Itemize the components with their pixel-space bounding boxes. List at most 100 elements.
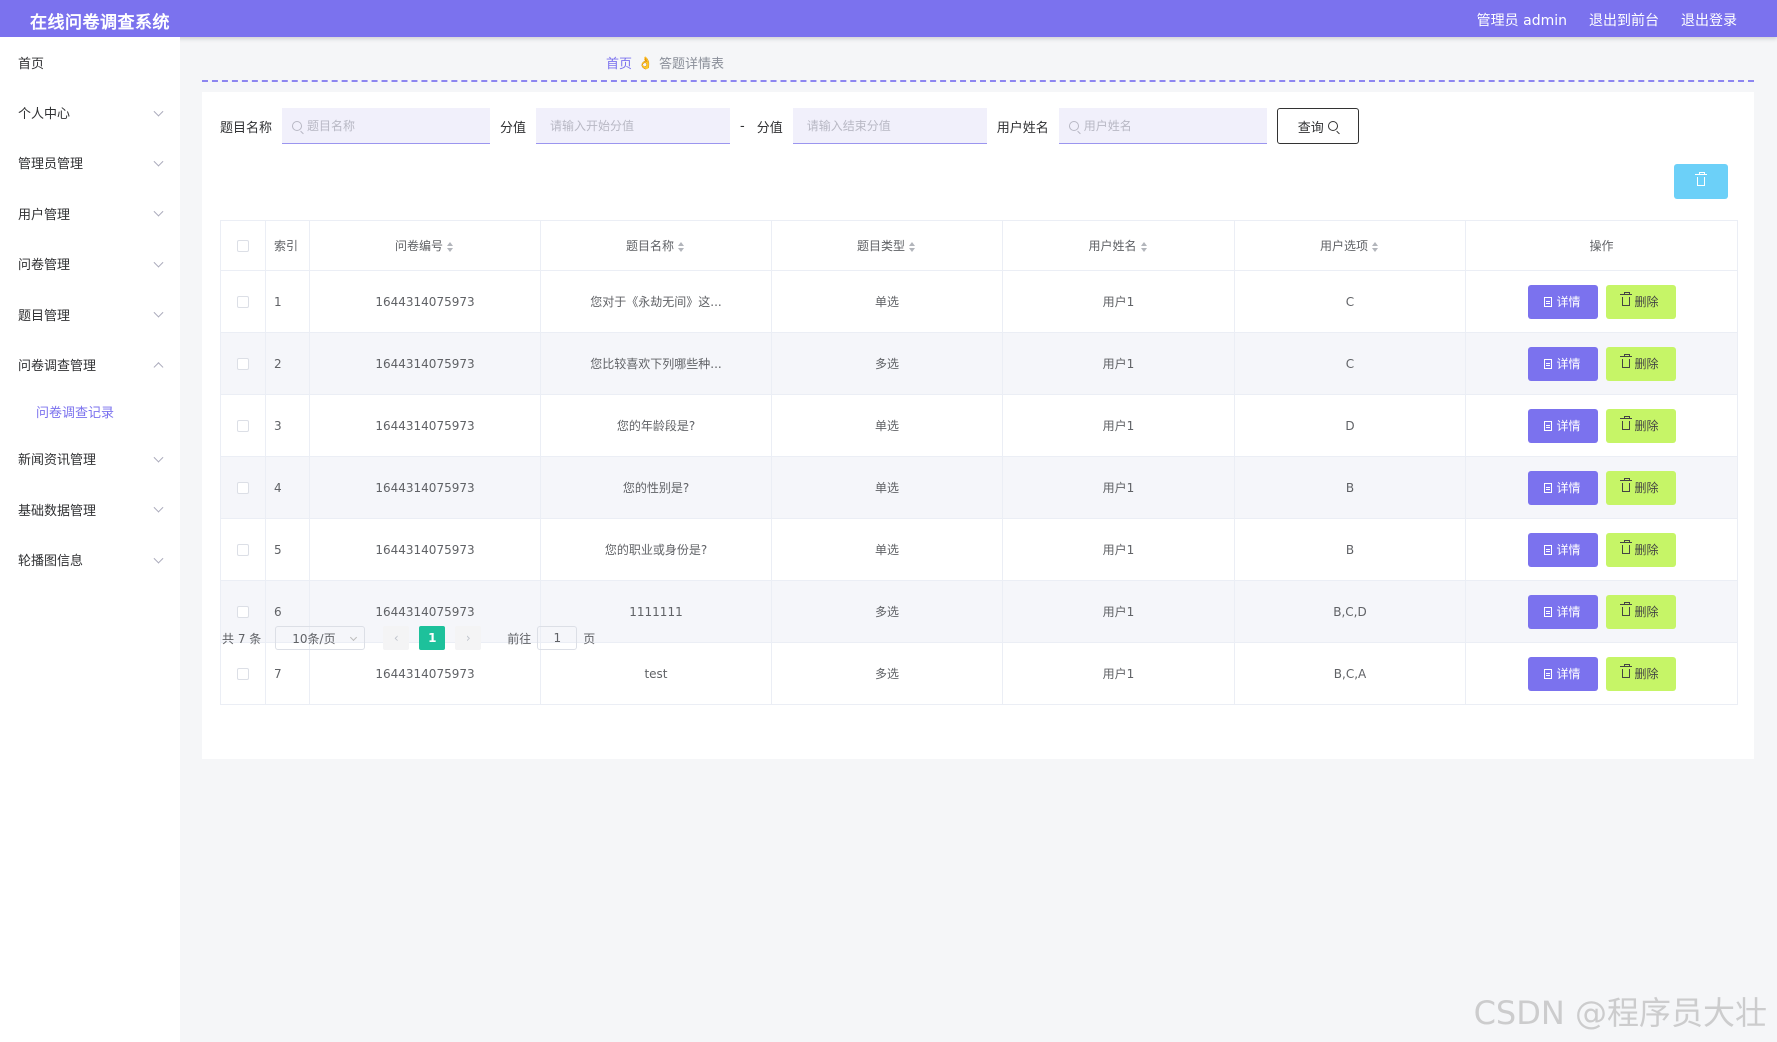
detail-button[interactable]: 详情 [1527, 408, 1598, 443]
sort-icon[interactable] [1372, 241, 1380, 253]
title-search-input[interactable]: 题目名称 [282, 108, 491, 144]
column-header-type[interactable]: 题目类型 [771, 220, 1003, 271]
cell-survey-no: 1644314075973 [309, 456, 541, 519]
cell-option: B [1234, 456, 1466, 519]
delete-button[interactable]: 删除 [1605, 470, 1676, 505]
cell-actions: 详情 删除 [1465, 580, 1738, 643]
sort-icon[interactable] [678, 241, 686, 253]
sidebar-item-carousel-info[interactable]: 轮播图信息 [0, 535, 180, 585]
cell-type: 多选 [771, 332, 1003, 395]
column-header-option[interactable]: 用户选项 [1234, 220, 1466, 271]
table-row: 3 1644314075973 您的年龄段是? 单选 用户1 D 详情 删除 [220, 394, 1738, 457]
goto-label: 前往 [507, 631, 532, 646]
sidebar: 首页 个人中心 管理员管理 用户管理 问卷管理 题目管理 问卷调查管理 问卷调查… [0, 37, 180, 1042]
sidebar-item-personal-center[interactable]: 个人中心 [0, 87, 180, 137]
user-name-input[interactable]: 用户姓名 [1058, 108, 1267, 144]
detail-button[interactable]: 详情 [1527, 594, 1598, 629]
prev-page-button[interactable]: ‹ [383, 626, 410, 650]
cell-question: 您的年龄段是? [540, 394, 772, 457]
cell-actions: 详情 删除 [1465, 642, 1738, 705]
sidebar-item-news-management[interactable]: 新闻资讯管理 [0, 434, 180, 484]
row-checkbox-cell [220, 518, 266, 581]
sidebar-item-question-management[interactable]: 题目管理 [0, 289, 180, 339]
query-button[interactable]: 查询 [1276, 108, 1359, 144]
cell-index: 2 [265, 332, 310, 395]
delete-button[interactable]: 删除 [1605, 532, 1676, 567]
batch-delete-button[interactable] [1674, 164, 1728, 199]
cell-user: 用户1 [1002, 642, 1235, 705]
row-checkbox-cell [220, 642, 266, 705]
sidebar-item-survey-record-management[interactable]: 问卷调查管理 [0, 339, 180, 389]
sidebar-item-user-management[interactable]: 用户管理 [0, 188, 180, 238]
delete-button[interactable]: 删除 [1605, 594, 1676, 629]
cell-actions: 详情 删除 [1465, 456, 1738, 519]
sidebar-item-base-data-management[interactable]: 基础数据管理 [0, 484, 180, 534]
detail-button[interactable]: 详情 [1527, 470, 1598, 505]
column-header-survey-no[interactable]: 问卷编号 [309, 220, 541, 271]
score-end-input[interactable]: 请输入结束分值 [792, 108, 987, 144]
search-icon [1068, 120, 1079, 131]
sidebar-item-admin-management[interactable]: 管理员管理 [0, 138, 180, 188]
row-checkbox-cell [220, 270, 266, 333]
sidebar-subitem-survey-records[interactable]: 问卷调查记录 [0, 390, 180, 434]
sidebar-item-survey-management[interactable]: 问卷管理 [0, 239, 180, 289]
page-unit-label: 页 [583, 631, 596, 646]
cell-question: 您比较喜欢下列哪些种... [540, 332, 772, 395]
sidebar-item-label: 首页 [18, 56, 45, 72]
row-checkbox[interactable] [237, 358, 249, 370]
sort-icon[interactable] [1140, 241, 1149, 253]
row-checkbox[interactable] [237, 420, 249, 432]
breadcrumb-current: 答题详情表 [658, 57, 724, 72]
search-icon [292, 120, 303, 131]
row-checkbox[interactable] [237, 606, 249, 618]
next-page-button[interactable]: › [455, 626, 482, 650]
page-size-value: 10条/页 [292, 631, 336, 646]
score-start-placeholder: 请输入开始分值 [550, 119, 635, 133]
row-checkbox[interactable] [237, 296, 249, 308]
logout-link[interactable]: 退出登录 [1681, 10, 1737, 30]
detail-button[interactable]: 详情 [1527, 532, 1598, 567]
row-checkbox[interactable] [237, 482, 249, 494]
chevron-down-icon [350, 633, 358, 642]
detail-button[interactable]: 详情 [1527, 656, 1598, 691]
cell-option: D [1234, 394, 1466, 457]
row-checkbox[interactable] [237, 544, 249, 556]
select-all-checkbox[interactable] [237, 240, 249, 252]
title-search-label: 题目名称 [220, 120, 273, 136]
sidebar-item-label: 新闻资讯管理 [18, 453, 97, 469]
cell-type: 单选 [771, 394, 1003, 457]
back-to-front-link[interactable]: 退出到前台 [1589, 10, 1659, 30]
detail-button[interactable]: 详情 [1527, 284, 1598, 319]
delete-button[interactable]: 删除 [1605, 656, 1676, 691]
goto-page-input[interactable]: 1 [537, 626, 578, 650]
cell-question: 您对于《永劫无间》这... [540, 270, 772, 333]
page-size-select[interactable]: 10条/页 [275, 626, 366, 650]
sidebar-item-home[interactable]: 首页 [0, 37, 180, 87]
cell-index: 3 [265, 394, 310, 457]
main-panel: 题目名称 题目名称 分值 请输入开始分值 - 分值 请输入结束分值 用户姓名 用… [202, 92, 1754, 759]
delete-button[interactable]: 删除 [1605, 284, 1676, 319]
score-start-input[interactable]: 请输入开始分值 [536, 108, 731, 144]
row-checkbox[interactable] [237, 668, 249, 680]
column-header-question[interactable]: 题目名称 [540, 220, 772, 271]
cell-survey-no: 1644314075973 [309, 394, 541, 457]
chevron-down-icon [153, 307, 164, 318]
column-header-user[interactable]: 用户姓名 [1002, 220, 1235, 271]
table-header-row: 索引 问卷编号 题目名称 题目类型 用户姓名 用户选项 操作 [220, 220, 1738, 271]
detail-button[interactable]: 详情 [1527, 346, 1598, 381]
delete-button[interactable]: 删除 [1605, 408, 1676, 443]
trash-icon [1620, 664, 1633, 678]
sort-icon[interactable] [447, 241, 455, 253]
breadcrumb-separator-icon: 👌 [638, 55, 653, 70]
page-number-button[interactable]: 1 [419, 626, 446, 650]
cell-type: 单选 [771, 270, 1003, 333]
header-actions: 管理员 admin 退出到前台 退出登录 [1477, 10, 1737, 30]
breadcrumb-home-link[interactable]: 首页 [606, 53, 632, 72]
chevron-down-icon [153, 156, 164, 167]
cell-index: 4 [265, 456, 310, 519]
score-end-placeholder: 请输入结束分值 [806, 119, 891, 133]
user-name-label: 用户姓名 [996, 120, 1049, 136]
delete-button[interactable]: 删除 [1605, 346, 1676, 381]
sort-icon[interactable] [909, 241, 917, 253]
chevron-up-icon [153, 361, 164, 372]
